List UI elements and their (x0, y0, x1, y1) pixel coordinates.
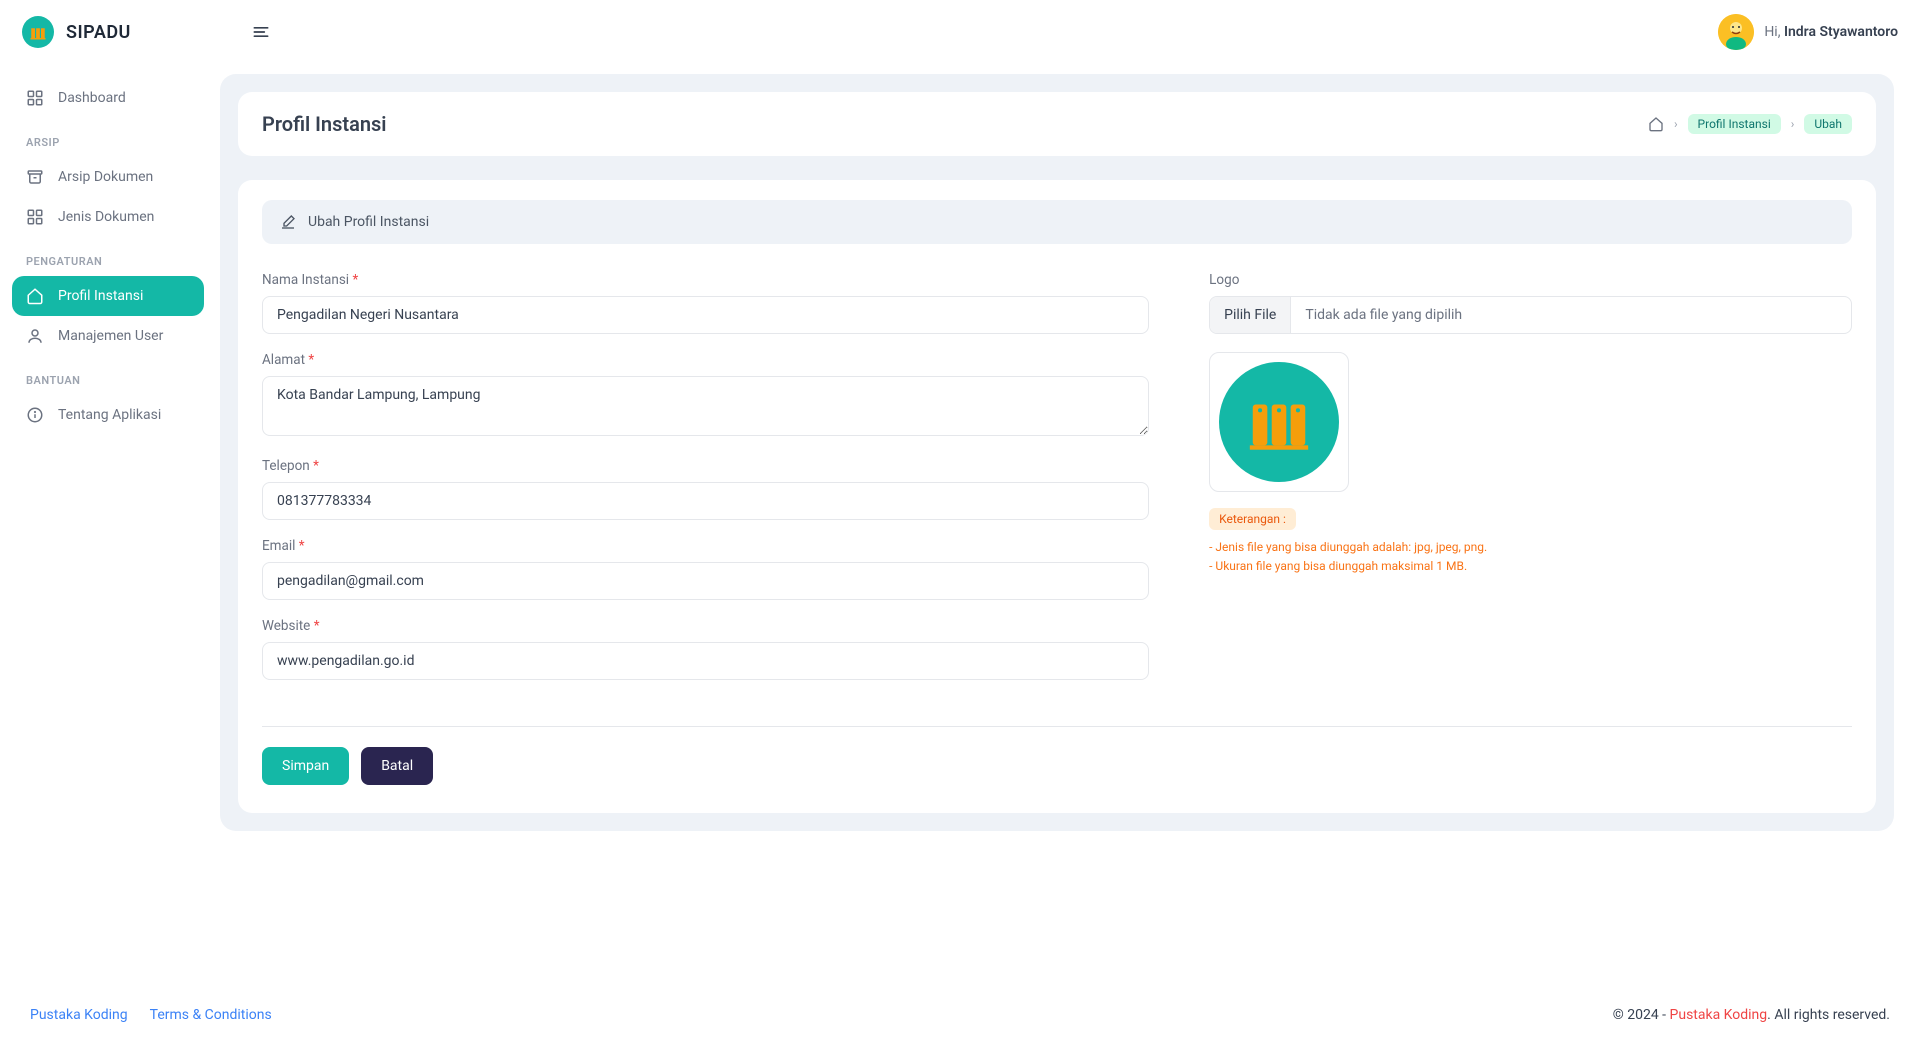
panel-head: Ubah Profil Instansi (262, 200, 1852, 244)
footer-link-pustaka[interactable]: Pustaka Koding (30, 1007, 128, 1023)
archive-icon (26, 168, 44, 186)
brand-name: SIPADU (66, 22, 131, 43)
breadcrumb-home-icon[interactable] (1648, 116, 1664, 132)
sidebar-item-label: Jenis Dokumen (58, 209, 154, 225)
dashboard-icon (26, 89, 44, 107)
home-icon (26, 287, 44, 305)
user-greeting: Hi, Indra Styawantoro (1764, 24, 1898, 40)
topbar: SIPADU Hi, Indra Styawantoro (0, 0, 1920, 64)
edit-icon (280, 214, 296, 230)
sidebar-item-dashboard[interactable]: Dashboard (12, 78, 204, 118)
sidebar-item-label: Dashboard (58, 90, 126, 106)
alamat-label: Alamat * (262, 352, 1149, 368)
alamat-input[interactable] (262, 376, 1149, 436)
sidebar-item-label: Manajemen User (58, 328, 163, 344)
sidebar-item-label: Profil Instansi (58, 288, 143, 304)
website-label: Website * (262, 618, 1149, 634)
website-input[interactable] (262, 642, 1149, 680)
chevron-right-icon: › (1674, 117, 1678, 131)
footer: Pustaka Koding Terms & Conditions © 2024… (0, 989, 1920, 1041)
telepon-label: Telepon * (262, 458, 1149, 474)
copyright: © 2024 - Pustaka Koding. All rights rese… (1613, 1007, 1890, 1023)
breadcrumb-item[interactable]: Profil Instansi (1688, 114, 1781, 134)
menu-toggle-icon[interactable] (251, 22, 271, 42)
file-status: Tidak ada file yang dipilih (1291, 297, 1476, 333)
logo-label: Logo (1209, 272, 1852, 288)
breadcrumb-item[interactable]: Ubah (1804, 114, 1852, 134)
sidebar-item-profil-instansi[interactable]: Profil Instansi (12, 276, 204, 316)
simpan-button[interactable]: Simpan (262, 747, 349, 785)
sidebar-item-jenis-dokumen[interactable]: Jenis Dokumen (12, 197, 204, 237)
sidebar-item-tentang-aplikasi[interactable]: Tentang Aplikasi (12, 395, 204, 435)
form-panel: Ubah Profil Instansi Nama Instansi * Ala… (238, 180, 1876, 813)
file-button[interactable]: Pilih File (1210, 297, 1291, 333)
email-input[interactable] (262, 562, 1149, 600)
brand[interactable]: SIPADU (22, 16, 131, 48)
sidebar-item-label: Tentang Aplikasi (58, 407, 161, 423)
page-header: Profil Instansi › Profil Instansi › Ubah (238, 92, 1876, 156)
sidebar-section-arsip: ARSIP (12, 118, 204, 157)
user-icon (26, 327, 44, 345)
grid-icon (26, 208, 44, 226)
panel-title: Ubah Profil Instansi (308, 214, 429, 230)
sidebar-item-label: Arsip Dokumen (58, 169, 153, 185)
user-menu[interactable]: Hi, Indra Styawantoro (1718, 14, 1898, 50)
nama-label: Nama Instansi * (262, 272, 1149, 288)
sidebar-section-pengaturan: PENGATURAN (12, 237, 204, 276)
sidebar-item-manajemen-user[interactable]: Manajemen User (12, 316, 204, 356)
file-hint: - Jenis file yang bisa diunggah adalah: … (1209, 538, 1852, 576)
divider (262, 726, 1852, 727)
file-input[interactable]: Pilih File Tidak ada file yang dipilih (1209, 296, 1852, 334)
nama-input[interactable] (262, 296, 1149, 334)
footer-link-terms[interactable]: Terms & Conditions (150, 1007, 272, 1023)
sidebar-item-arsip-dokumen[interactable]: Arsip Dokumen (12, 157, 204, 197)
keterangan-badge: Keterangan : (1209, 508, 1296, 530)
sidebar: Dashboard ARSIP Arsip Dokumen Jenis Doku… (0, 64, 216, 989)
info-icon (26, 406, 44, 424)
batal-button[interactable]: Batal (361, 747, 433, 785)
logo-preview (1209, 352, 1349, 492)
brand-icon (22, 16, 54, 48)
logo-image (1219, 362, 1339, 482)
chevron-right-icon: › (1791, 117, 1795, 131)
sidebar-section-bantuan: BANTUAN (12, 356, 204, 395)
email-label: Email * (262, 538, 1149, 554)
avatar (1718, 14, 1754, 50)
breadcrumb: › Profil Instansi › Ubah (1648, 114, 1852, 134)
telepon-input[interactable] (262, 482, 1149, 520)
page-title: Profil Instansi (262, 112, 387, 136)
